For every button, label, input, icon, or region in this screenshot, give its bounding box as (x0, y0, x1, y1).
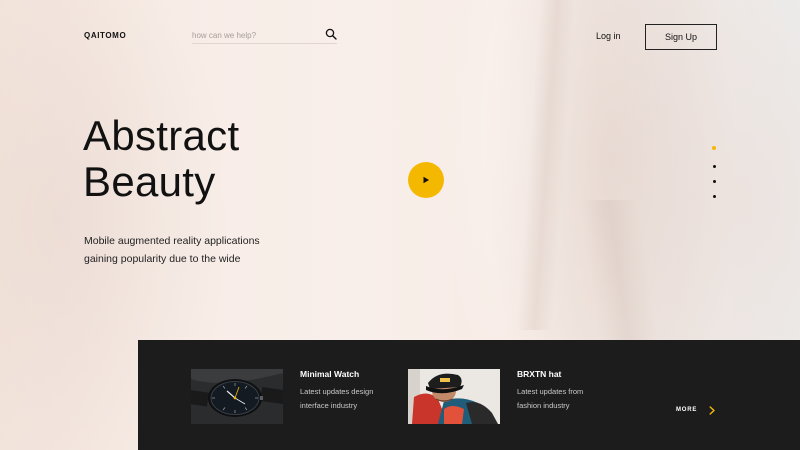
hero-description-line: gaining popularity due to the wide (84, 253, 241, 265)
product-description-line: Latest updates from (517, 387, 584, 396)
product-description: Latest updates from fashion industry (517, 385, 607, 412)
product-title[interactable]: Minimal Watch (300, 369, 359, 379)
product-title[interactable]: BRXTN hat (517, 369, 561, 379)
pagination-dot[interactable] (713, 195, 716, 198)
brand-logo[interactable]: QAITOMO (84, 31, 126, 40)
hat-image[interactable] (408, 369, 500, 424)
search-input[interactable] (192, 28, 317, 42)
hero-title: Abstract Beauty (83, 113, 239, 205)
search-bar (192, 24, 337, 44)
chevron-right-icon[interactable] (708, 406, 716, 415)
signup-button[interactable]: Sign Up (645, 24, 717, 50)
product-description-line: fashion industry (517, 400, 570, 410)
sweater-fold (516, 0, 576, 330)
watch-illustration (191, 369, 283, 424)
more-link[interactable]: MORE (676, 407, 697, 413)
featured-products-panel: Minimal Watch Latest updates design inte… (138, 340, 800, 450)
product-description-line: interface industry (300, 400, 358, 410)
product-description: Latest updates design interface industry (300, 385, 390, 412)
sweater-fold (578, 200, 662, 360)
play-icon (423, 176, 429, 184)
watch-image[interactable] (191, 369, 283, 424)
hero-description: Mobile augmented reality applications ga… (84, 232, 304, 268)
pagination-dot-active[interactable] (712, 146, 716, 150)
login-link[interactable]: Log in (596, 31, 621, 41)
pagination-dot[interactable] (713, 180, 716, 183)
hero-title-line: Beauty (83, 158, 216, 205)
product-description-line: Latest updates design (300, 387, 374, 396)
hero-description-line: Mobile augmented reality applications (84, 235, 260, 247)
pagination-dot[interactable] (713, 165, 716, 168)
search-icon[interactable] (325, 28, 337, 40)
play-video-button[interactable] (408, 162, 444, 198)
hat-person-illustration (408, 369, 500, 424)
hero-title-line: Abstract (83, 112, 240, 159)
